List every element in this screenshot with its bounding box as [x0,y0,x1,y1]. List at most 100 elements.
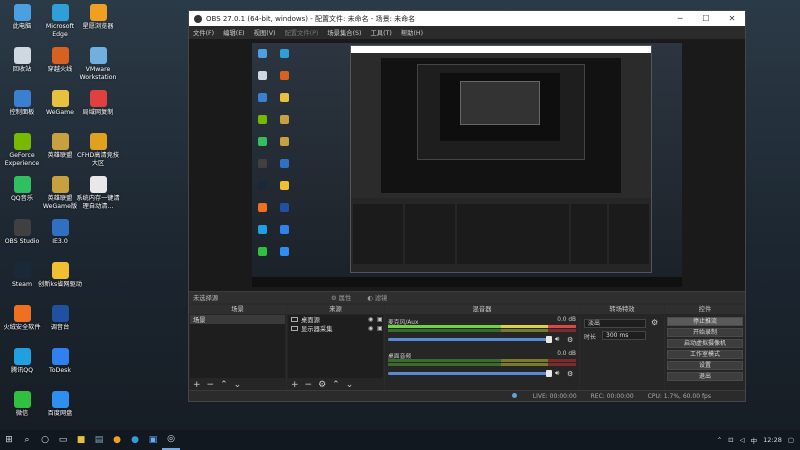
gear-icon[interactable]: ⚙ [567,370,576,378]
add-source-button[interactable]: + [291,380,299,390]
volume-handle[interactable] [546,336,552,343]
desktop-icon-label: 星愿浏览器 [82,23,114,30]
lock-icon[interactable]: ▣ [377,317,383,323]
menu-bar: 文件(F) 编辑(E) 视图(V) 配置文件(P) 场景集合(S) 工具(T) … [189,26,745,39]
window-title: OBS 27.0.1 (64-bit, windows) - 配置文件: 未命名… [206,14,416,23]
app-taskbar-icon[interactable]: ▣ [144,430,162,450]
menu-help[interactable]: 帮助(H) [401,28,423,37]
app-icon [89,90,107,107]
eye-icon[interactable]: ◉ [368,326,374,332]
source-item[interactable]: 桌面源 ◉ ▣ [288,315,383,324]
app-icon [89,133,107,150]
transition-select[interactable]: 淡出 [584,319,646,328]
gear-icon[interactable]: ⚙ [318,380,326,390]
stop-streaming-button[interactable]: 停止推流 [667,317,743,326]
menu-scene-collection[interactable]: 场景集合(S) [327,28,361,37]
desktop-icon[interactable]: 创新ks省网驱动 [38,262,82,289]
chevron-up-icon[interactable]: ⌃ [717,436,722,444]
filters-label: 滤镜 [374,295,388,302]
obs-taskbar-icon[interactable]: ◎ [162,430,180,450]
app-icon [89,4,107,21]
source-toolbar: 未选择源 ⚙ 属性 ◐ 滤镜 [189,291,745,303]
desktop-icon[interactable]: 局域网复制 [76,90,120,117]
browser-taskbar-icon[interactable]: ● [108,430,126,450]
vmware-taskbar-icon[interactable]: ▤ [90,430,108,450]
windows-start-icon[interactable]: ⊞ [0,430,18,450]
remove-scene-button[interactable]: − [207,380,215,390]
minimize-button[interactable]: ─ [667,14,693,23]
move-up-icon[interactable]: ⌃ [332,380,340,390]
move-up-icon[interactable]: ⌃ [220,380,228,390]
add-scene-button[interactable]: + [193,380,201,390]
channel-name: 桌面音频 [388,354,412,360]
volume-icon[interactable]: ◁ [740,436,745,444]
desktop-icon[interactable]: 调音台 [38,305,82,332]
desktop-icon[interactable]: 星愿浏览器 [76,4,120,31]
rec-status: REC: 00:00:00 [590,392,634,400]
ime-indicator[interactable]: 中 [751,435,758,445]
app-icon [13,348,31,365]
speaker-icon[interactable]: 🔊︎ [555,369,564,378]
volume-slider[interactable] [388,336,552,343]
exit-button[interactable]: 退出 [667,372,743,381]
search-icon[interactable]: ⌕ [18,430,36,450]
app-icon [13,262,31,279]
task-view-icon[interactable]: ▭ [54,430,72,450]
controls-panel: 控件 停止推流 开始录制 启动虚拟摄像机 工作室模式 设置 退出 [665,305,745,391]
app-icon [13,47,31,64]
mixer-channel-mic: 麦克风/Aux 0.0 dB 🔊︎ ⚙ [388,317,576,347]
gear-icon[interactable]: ⚙ [567,336,576,344]
menu-edit[interactable]: 编辑(E) [223,28,245,37]
filters-button[interactable]: ◐ 滤镜 [367,293,395,302]
live-time: LIVE: 00:00:00 [532,392,577,400]
edge-taskbar-icon[interactable]: ● [126,430,144,450]
move-down-icon[interactable]: ⌄ [346,380,354,390]
menu-tools[interactable]: 工具(T) [370,28,391,37]
desktop-icon[interactable]: IE3.0 [38,219,82,246]
status-bar: LIVE: 00:00:00 REC: 00:00:00 CPU: 1.7%, … [189,390,745,401]
title-bar[interactable]: OBS 27.0.1 (64-bit, windows) - 配置文件: 未命名… [189,11,745,26]
volume-handle[interactable] [546,370,552,377]
desktop-icon[interactable]: VMware Workstation [76,47,120,81]
desktop-icon[interactable]: CFHD高清竞技大区 [76,133,120,167]
eye-icon[interactable]: ◉ [368,317,374,323]
speaker-icon[interactable]: 🔊︎ [555,335,564,344]
desktop-icon-label: 系统内存一键清理自动清... [76,195,120,210]
duration-input[interactable]: 300 ms [602,331,646,340]
preview-canvas[interactable] [189,39,745,291]
close-button[interactable]: ✕ [719,14,745,23]
gear-icon[interactable]: ⚙ [651,318,658,327]
scenes-panel: 场景 场景 + − ⌃ ⌄ [189,305,286,391]
network-icon[interactable]: ⊡ [728,436,733,444]
file-explorer-icon[interactable]: ■ [72,430,90,450]
settings-button[interactable]: 设置 [667,361,743,370]
channel-db: 0.0 dB [557,351,576,357]
start-recording-button[interactable]: 开始录制 [667,328,743,337]
notification-icon[interactable]: ▢ [788,436,794,444]
desktop-icon[interactable]: ToDesk [38,348,82,375]
remove-source-button[interactable]: − [305,380,313,390]
maximize-button[interactable]: ☐ [693,14,719,23]
level-meter [388,329,576,332]
menu-profile[interactable]: 配置文件(P) [284,28,318,37]
source-item[interactable]: 显示器采集 ◉ ▣ [288,324,383,333]
menu-view[interactable]: 视图(V) [254,28,276,37]
move-down-icon[interactable]: ⌄ [234,380,242,390]
desktop-icon-label: ToDesk [49,367,71,374]
clock[interactable]: 12:28 [763,436,782,444]
studio-mode-button[interactable]: 工作室模式 [667,350,743,359]
no-source-label: 未选择源 [193,295,219,302]
menu-file[interactable]: 文件(F) [193,28,214,37]
properties-button[interactable]: ⚙ 属性 [331,293,359,302]
mixer-panel: 混音器 麦克风/Aux 0.0 dB 🔊︎ ⚙ 桌面音频 0.0 dB 🔊︎ ⚙ [385,305,579,391]
level-meter [388,359,576,362]
desktop-icon-label: CFHD高清竞技大区 [76,152,120,167]
desktop-icon[interactable]: 百度网盘 [38,391,82,418]
desktop-icon[interactable]: 系统内存一键清理自动清... [76,176,120,210]
volume-slider[interactable] [388,370,552,377]
start-virtual-camera-button[interactable]: 启动虚拟摄像机 [667,339,743,348]
cortana-icon[interactable]: ○ [36,430,54,450]
lock-icon[interactable]: ▣ [377,326,383,332]
channel-name: 麦克风/Aux [388,320,419,326]
scene-item[interactable]: 场景 [190,315,285,324]
